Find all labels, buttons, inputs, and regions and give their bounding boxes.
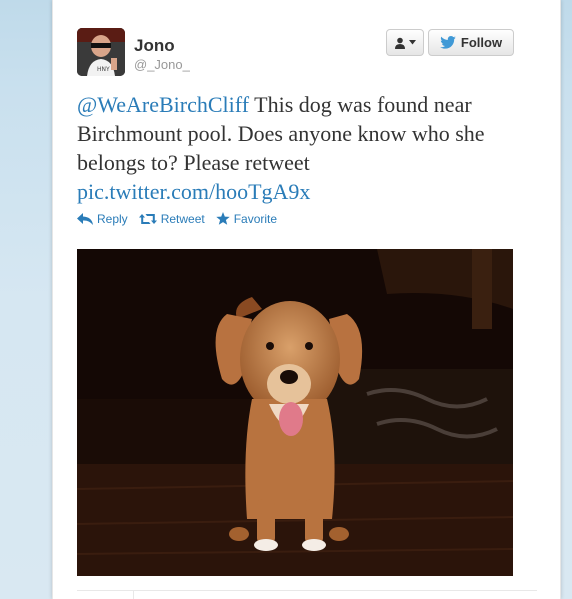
twitter-bird-icon <box>440 36 456 49</box>
star-icon <box>216 212 230 225</box>
retweet-icon <box>138 214 157 224</box>
tweet-text: @WeAreBirchCliff This dog was found near… <box>77 90 527 206</box>
person-icon <box>395 37 405 49</box>
follow-button[interactable]: Follow <box>428 29 514 56</box>
footer-divider-tick <box>133 590 134 599</box>
tweet-photo[interactable] <box>77 249 513 576</box>
retweet-button[interactable]: Retweet <box>138 212 205 226</box>
retweet-label: Retweet <box>160 212 205 226</box>
reply-label: Reply <box>97 212 128 226</box>
tweet-card: HNY Jono @_Jono_ Follow @WeAreBirchCliff… <box>52 0 561 599</box>
mention-link[interactable]: @WeAreBirchCliff <box>77 92 249 117</box>
user-avatar[interactable]: HNY <box>77 28 125 76</box>
follow-label: Follow <box>460 35 503 50</box>
favorite-label: Favorite <box>233 212 278 226</box>
reply-button[interactable]: Reply <box>77 212 128 226</box>
svg-text:HNY: HNY <box>97 66 110 73</box>
footer-divider <box>77 590 537 591</box>
reply-icon <box>77 213 93 225</box>
favorite-button[interactable]: Favorite <box>216 212 277 226</box>
media-link[interactable]: pic.twitter.com/hooTgA9x <box>77 179 310 204</box>
tweet-actions: Reply Retweet Favorite <box>77 212 288 226</box>
user-name[interactable]: Jono <box>134 36 175 56</box>
user-handle[interactable]: @_Jono_ <box>134 57 190 72</box>
user-actions-dropdown-button[interactable] <box>386 29 424 56</box>
caret-down-icon <box>409 40 416 45</box>
